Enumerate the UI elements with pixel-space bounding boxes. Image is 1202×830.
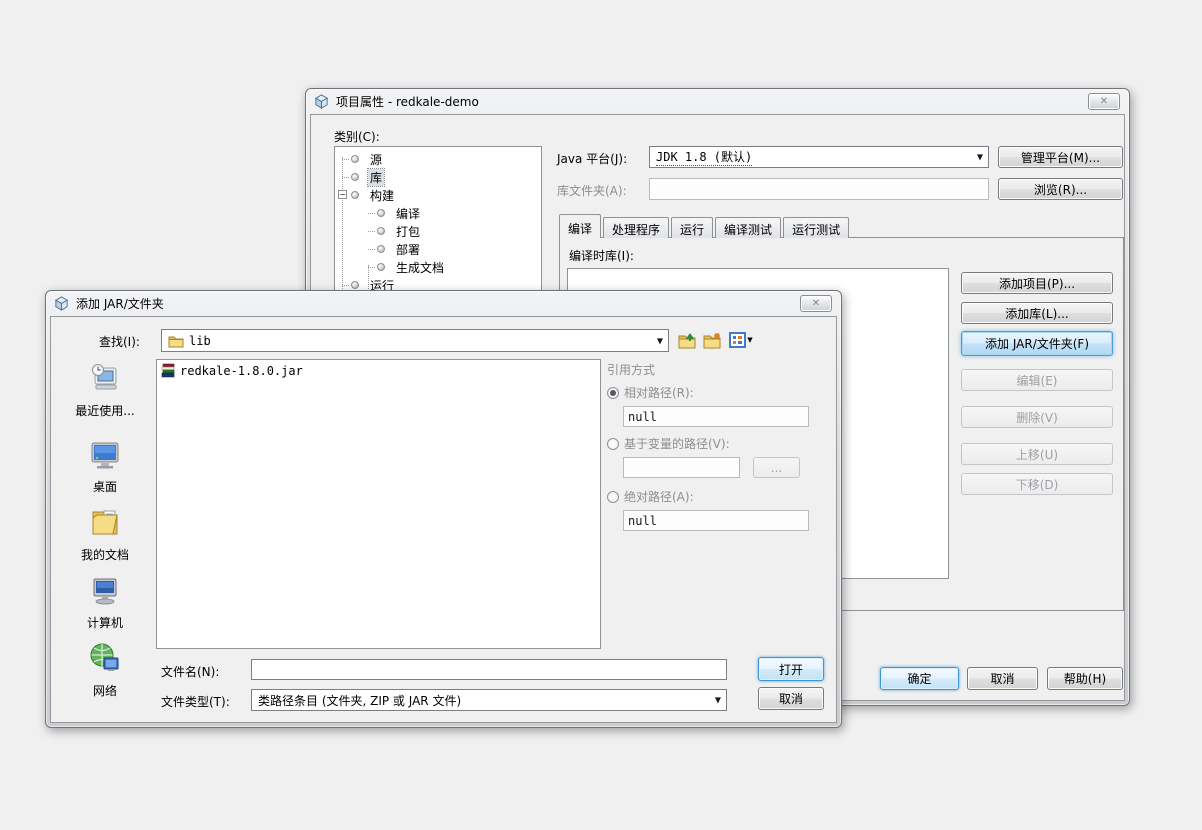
radio-selected-icon: [607, 387, 619, 399]
chooser-titlebar[interactable]: 添加 JAR/文件夹: [46, 291, 841, 316]
tab-run-tests[interactable]: 运行测试: [783, 217, 849, 238]
open-button[interactable]: 打开: [758, 657, 824, 681]
ok-button[interactable]: 确定: [880, 667, 959, 690]
up-folder-icon[interactable]: [677, 330, 697, 350]
properties-close-icon[interactable]: ✕: [1088, 93, 1120, 110]
variable-path-field[interactable]: [623, 457, 740, 478]
add-library-button[interactable]: 添加库(L)...: [961, 302, 1113, 324]
variable-browse-button[interactable]: ...: [753, 457, 800, 478]
chevron-down-icon: ▼: [747, 336, 752, 344]
place-my-documents[interactable]: 我的文档: [61, 505, 149, 563]
new-folder-icon[interactable]: [702, 330, 722, 350]
category-label: 类别(C):: [334, 128, 380, 145]
add-project-button[interactable]: 添加项目(P)...: [961, 272, 1113, 294]
browse-button[interactable]: 浏览(R)...: [998, 178, 1123, 200]
look-in-value: lib: [189, 334, 211, 348]
file-type-label: 文件类型(T):: [161, 693, 230, 710]
tree-item-sources[interactable]: 源: [335, 150, 541, 168]
reference-method-title: 引用方式: [607, 361, 655, 378]
relative-path-field[interactable]: [623, 406, 809, 427]
place-network[interactable]: 网络: [61, 641, 149, 699]
tree-bullet-icon: [351, 281, 359, 289]
chooser-close-icon[interactable]: ✕: [800, 295, 832, 312]
tree-bullet-icon: [351, 155, 359, 163]
tree-bullet-icon: [377, 209, 385, 217]
look-in-label: 查找(I):: [99, 333, 140, 350]
netbeans-cube-icon: [54, 296, 69, 311]
file-name-label: 文件名(N):: [161, 663, 219, 680]
tab-compile-tests[interactable]: 编译测试: [715, 217, 781, 238]
look-in-combo[interactable]: lib ▼: [161, 329, 669, 352]
absolute-path-field[interactable]: [623, 510, 809, 531]
tree-bullet-icon: [351, 191, 359, 199]
relative-path-radio[interactable]: 相对路径(R):: [607, 384, 694, 401]
tab-compile[interactable]: 编译: [559, 214, 601, 238]
tab-processor[interactable]: 处理程序: [603, 217, 669, 238]
variable-path-radio[interactable]: 基于变量的路径(V):: [607, 435, 730, 452]
folder-icon: [168, 334, 184, 348]
radio-icon: [607, 491, 619, 503]
place-desktop[interactable]: 桌面: [61, 437, 149, 495]
file-type-combo[interactable]: 类路径条目 (文件夹, ZIP 或 JAR 文件) ▼: [251, 689, 727, 711]
tree-item-documentation[interactable]: 生成文档: [335, 258, 541, 276]
compile-libs-label: 编译时库(I):: [569, 247, 634, 264]
java-platform-combo[interactable]: JDK 1.8 (默认) ▼: [649, 146, 989, 168]
file-name: redkale-1.8.0.jar: [180, 364, 303, 378]
libraries-folder-field[interactable]: [649, 178, 989, 200]
java-platform-label: Java 平台(J):: [557, 150, 627, 167]
remove-button[interactable]: 删除(V): [961, 406, 1113, 428]
add-jar-dialog: 添加 JAR/文件夹 ✕ 查找(I): lib ▼: [45, 290, 842, 728]
tree-collapse-icon[interactable]: −: [338, 190, 347, 199]
chevron-down-icon: ▼: [715, 696, 721, 705]
radio-icon: [607, 438, 619, 450]
file-item-jar[interactable]: redkale-1.8.0.jar: [157, 360, 600, 381]
tree-item-libraries[interactable]: 库: [335, 168, 541, 186]
file-name-field[interactable]: [251, 659, 727, 680]
desktop-icon: [87, 437, 123, 473]
tree-item-build[interactable]: − 构建: [335, 186, 541, 204]
tree-bullet-icon: [351, 173, 359, 181]
file-type-value: 类路径条目 (文件夹, ZIP 或 JAR 文件): [258, 692, 461, 709]
tree-item-compile[interactable]: 编译: [335, 204, 541, 222]
chevron-down-icon: ▼: [977, 153, 983, 162]
network-icon: [87, 641, 123, 677]
chevron-down-icon: ▼: [657, 336, 663, 345]
move-up-button[interactable]: 上移(U): [961, 443, 1113, 465]
properties-titlebar[interactable]: 项目属性 - redkale-demo: [306, 89, 1129, 114]
properties-title: 项目属性 - redkale-demo: [336, 93, 479, 110]
tree-bullet-icon: [377, 263, 385, 271]
place-computer[interactable]: 计算机: [61, 573, 149, 631]
file-list: redkale-1.8.0.jar: [156, 359, 601, 649]
recent-files-icon: [87, 361, 123, 397]
computer-icon: [87, 573, 123, 609]
tree-item-deploy[interactable]: 部署: [335, 240, 541, 258]
tab-run[interactable]: 运行: [671, 217, 713, 238]
libraries-folder-label: 库文件夹(A):: [557, 182, 627, 199]
jar-file-icon: [161, 363, 176, 378]
tree-bullet-icon: [377, 245, 385, 253]
view-menu-icon[interactable]: ▼: [727, 330, 755, 350]
libraries-tabstrip: 编译 处理程序 运行 编译测试 运行测试: [559, 214, 851, 238]
edit-button[interactable]: 编辑(E): [961, 369, 1113, 391]
documents-folder-icon: [87, 505, 123, 541]
help-button[interactable]: 帮助(H): [1047, 667, 1123, 690]
chooser-cancel-button[interactable]: 取消: [758, 687, 824, 710]
chooser-title: 添加 JAR/文件夹: [76, 295, 164, 312]
netbeans-cube-icon: [314, 94, 329, 109]
absolute-path-radio[interactable]: 绝对路径(A):: [607, 488, 694, 505]
move-down-button[interactable]: 下移(D): [961, 473, 1113, 495]
tree-item-package[interactable]: 打包: [335, 222, 541, 240]
add-jar-folder-button[interactable]: 添加 JAR/文件夹(F): [961, 331, 1113, 356]
tree-bullet-icon: [377, 227, 385, 235]
properties-cancel-button[interactable]: 取消: [967, 667, 1038, 690]
java-platform-value: JDK 1.8 (默认): [656, 148, 752, 166]
place-recent[interactable]: 最近使用...: [61, 361, 149, 419]
manage-platforms-button[interactable]: 管理平台(M)...: [998, 146, 1123, 168]
